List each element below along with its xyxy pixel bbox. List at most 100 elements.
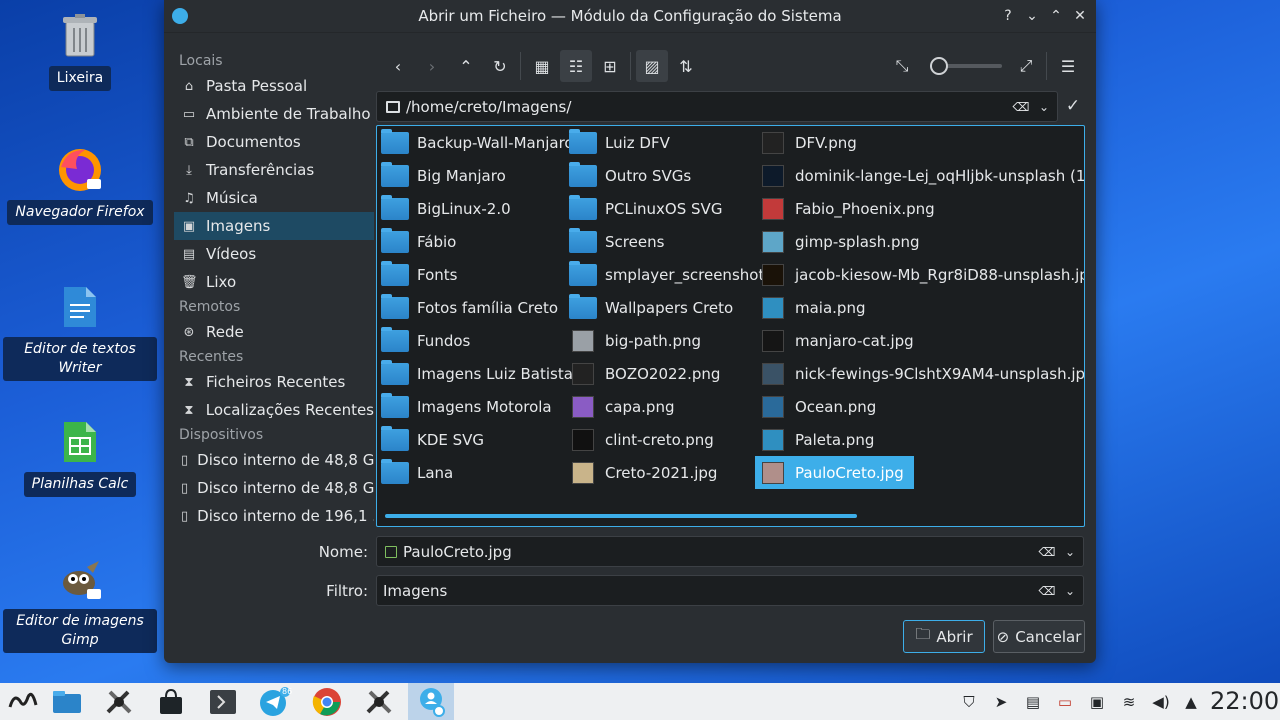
file-item[interactable]: dominik-lange-Lej_oqHljbk-unsplash (1).j… xyxy=(755,159,1084,192)
sidebar-item-images[interactable]: ▣ Imagens xyxy=(174,212,374,240)
sidebar-item-trash[interactable]: 🗑 Lixo xyxy=(174,268,374,296)
folder-item[interactable]: Outro SVGs xyxy=(565,159,755,192)
zoom-slider-handle[interactable] xyxy=(930,57,948,75)
folder-item[interactable]: Big Manjaro xyxy=(377,159,563,192)
display-icon[interactable]: ▣ xyxy=(1087,692,1107,712)
folder-item[interactable]: PCLinuxOS SVG xyxy=(565,192,755,225)
filename-input[interactable]: PauloCreto.jpg xyxy=(397,543,1037,561)
preview-button[interactable]: ▨ xyxy=(636,50,668,82)
folder-item[interactable]: Fotos família Creto xyxy=(377,291,563,324)
file-item[interactable]: capa.png xyxy=(565,390,755,423)
folder-item[interactable]: Luiz DFV xyxy=(565,126,755,159)
sidebar-item-videos[interactable]: ▤ Vídeos xyxy=(174,240,374,268)
confirm-path-button[interactable]: ✓ xyxy=(1062,95,1084,117)
file-item[interactable]: Ocean.png xyxy=(755,390,1084,423)
folder-item[interactable]: BigLinux-2.0 xyxy=(377,192,563,225)
tree-view-button[interactable]: ⊞ xyxy=(594,50,626,82)
filename-field[interactable]: PauloCreto.jpg ⌫ ⌄ xyxy=(376,536,1084,567)
folder-item[interactable]: Backup-Wall-Manjaro xyxy=(377,126,574,159)
shield-icon[interactable]: ⛉ xyxy=(959,692,979,712)
filter-input[interactable]: Imagens xyxy=(377,582,1037,600)
folder-item[interactable]: Lana xyxy=(377,456,563,489)
clear-icon[interactable]: ⌫ xyxy=(1037,584,1057,598)
sidebar-item-network[interactable]: ⊛ Rede xyxy=(174,318,374,346)
desktop-icon-calc[interactable]: Planilhas Calc xyxy=(3,418,157,497)
taskbar-settings-tool[interactable] xyxy=(96,683,142,720)
compact-view-button[interactable]: ☷ xyxy=(560,50,592,82)
folder-item[interactable]: smplayer_screenshots xyxy=(565,258,772,291)
folder-item[interactable]: KDE SVG xyxy=(377,423,563,456)
wifi-icon[interactable]: ≋ xyxy=(1119,692,1139,712)
file-item[interactable]: PauloCreto.jpg xyxy=(755,456,914,489)
sidebar-item-downloads[interactable]: ⤓ Transferências xyxy=(174,156,374,184)
file-item[interactable]: nick-fewings-9ClshtX9AM4-unsplash.jpg xyxy=(755,357,1084,390)
file-item[interactable]: maia.png xyxy=(755,291,1084,324)
file-item[interactable]: manjaro-cat.jpg xyxy=(755,324,1084,357)
reload-button[interactable]: ↻ xyxy=(484,50,516,82)
file-item[interactable]: jacob-kiesow-Mb_Rgr8iD88-unsplash.jpg xyxy=(755,258,1084,291)
options-button[interactable]: ☰ xyxy=(1052,50,1084,82)
help-button[interactable]: ? xyxy=(998,6,1018,26)
taskbar-chrome[interactable] xyxy=(304,683,350,720)
location-path[interactable]: /home/creto/Imagens/ xyxy=(406,98,1011,116)
taskbar-store[interactable] xyxy=(148,683,194,720)
sidebar-item-drive[interactable]: ▯ Disco interno de 48,8 Gi... xyxy=(174,474,374,502)
clear-icon[interactable]: ⌫ xyxy=(1011,100,1031,114)
taskbar-telegram[interactable]: 86 xyxy=(252,683,298,720)
chevron-down-icon[interactable]: ⌄ xyxy=(1039,100,1057,114)
desktop-icon-writer[interactable]: Editor de textos Writer xyxy=(3,283,157,381)
file-item[interactable]: BOZO2022.png xyxy=(565,357,755,390)
file-item[interactable]: Paleta.png xyxy=(755,423,1084,456)
folder-item[interactable]: Imagens Motorola xyxy=(377,390,563,423)
chevron-down-icon[interactable]: ⌄ xyxy=(1065,545,1083,559)
taskbar-settings-tool-2[interactable] xyxy=(356,683,402,720)
sidebar-item-documents[interactable]: ⧉ Documentos xyxy=(174,128,374,156)
sidebar-item-drive[interactable]: ▯ Disco interno de 196,1 ... xyxy=(174,502,374,530)
location-bar[interactable]: /home/creto/Imagens/ ⌫ ⌄ xyxy=(376,91,1058,122)
battery-icon[interactable]: ▭ xyxy=(1055,692,1075,712)
file-item[interactable]: DFV.png xyxy=(755,126,1084,159)
folder-item[interactable]: Fonts xyxy=(377,258,563,291)
desktop-icon-gimp[interactable]: Editor de imagens Gimp xyxy=(3,555,157,653)
taskbar-file-manager[interactable] xyxy=(44,683,90,720)
horizontal-scrollbar[interactable] xyxy=(385,514,857,518)
file-view[interactable]: Backup-Wall-Manjaro Big Manjaro BigLinux-2… xyxy=(376,125,1085,527)
tray-expand-icon[interactable]: ▲ xyxy=(1181,692,1201,712)
filter-field[interactable]: Imagens ⌫ ⌄ xyxy=(376,575,1084,606)
chevron-down-icon[interactable]: ⌄ xyxy=(1065,584,1083,598)
icons-view-button[interactable]: ▦ xyxy=(526,50,558,82)
sidebar-item-recent-locations[interactable]: ⧗ Localizações Recentes xyxy=(174,396,374,424)
sidebar-item-drive[interactable]: ▯ Disco interno de 48,8 Gi... xyxy=(174,446,374,474)
folder-item[interactable]: Imagens Luiz Batista xyxy=(377,357,573,390)
minimize-button[interactable]: ⌄ xyxy=(1022,6,1042,26)
sort-button[interactable]: ⇅ xyxy=(670,50,702,82)
clipboard-icon[interactable]: ▤ xyxy=(1023,692,1043,712)
taskbar-terminal[interactable] xyxy=(200,683,246,720)
volume-icon[interactable]: ◀) xyxy=(1151,692,1171,712)
folder-item[interactable]: Wallpapers Creto xyxy=(565,291,755,324)
open-button[interactable]: 🗀 Abrir xyxy=(903,620,985,653)
sidebar-item-desktop[interactable]: ▭ Ambiente de Trabalho xyxy=(174,100,374,128)
clock[interactable]: 22:00 xyxy=(1210,687,1279,715)
sidebar-item-recent-files[interactable]: ⧗ Ficheiros Recentes xyxy=(174,368,374,396)
desktop-icon-firefox[interactable]: Navegador Firefox xyxy=(3,146,157,225)
telegram-tray-icon[interactable]: ➤ xyxy=(991,692,1011,712)
file-item[interactable]: gimp-splash.png xyxy=(755,225,1084,258)
file-item[interactable]: Creto-2021.jpg xyxy=(565,456,755,489)
taskbar-system-settings[interactable] xyxy=(408,683,454,720)
file-item[interactable]: Fabio_Phoenix.png xyxy=(755,192,1084,225)
app-launcher-button[interactable] xyxy=(0,683,46,720)
zoom-out-button[interactable]: ⤡ xyxy=(886,50,918,82)
zoom-slider[interactable] xyxy=(930,57,1002,75)
desktop-icon-trash[interactable]: Lixeira xyxy=(3,12,157,91)
close-button[interactable]: ✕ xyxy=(1070,6,1090,26)
sidebar-item-music[interactable]: ♫ Música xyxy=(174,184,374,212)
zoom-in-button[interactable]: ⤢ xyxy=(1010,50,1042,82)
folder-item[interactable]: Screens xyxy=(565,225,755,258)
folder-item[interactable]: Fundos xyxy=(377,324,563,357)
forward-button[interactable]: › xyxy=(416,50,448,82)
file-item[interactable]: clint-creto.png xyxy=(565,423,755,456)
sidebar-item-home[interactable]: ⌂ Pasta Pessoal xyxy=(174,72,374,100)
back-button[interactable]: ‹ xyxy=(382,50,414,82)
folder-item[interactable]: Fábio xyxy=(377,225,563,258)
